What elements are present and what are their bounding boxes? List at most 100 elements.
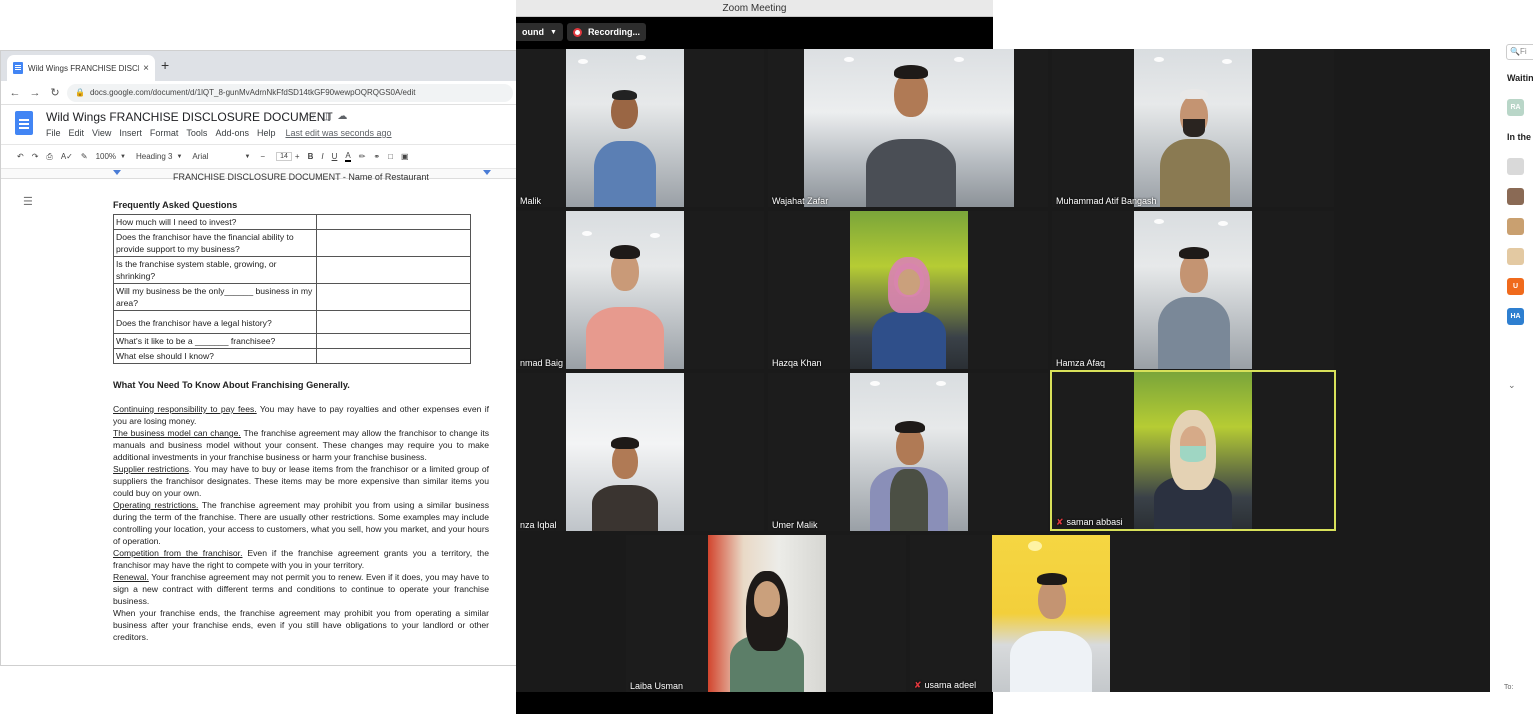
google-docs-logo-icon[interactable] (15, 111, 33, 135)
participant-tile-active-speaker[interactable]: ✘ saman abbasi (1050, 370, 1336, 531)
participant-name: Hazqa Khan (772, 358, 822, 368)
comment-icon[interactable]: □ (388, 152, 393, 161)
participant-avatar[interactable] (1507, 218, 1524, 235)
font-size-field[interactable]: 14 (276, 152, 292, 161)
table-cell[interactable] (316, 214, 471, 230)
participant-avatar[interactable]: RA (1507, 99, 1524, 116)
participant-avatar[interactable]: HA (1507, 308, 1524, 325)
participant-tile[interactable]: Umer Malik (768, 373, 1048, 531)
participant-name: Malik (520, 196, 542, 206)
zoom-title-bar: Zoom Meeting (516, 0, 993, 17)
participant-tile[interactable]: nza Iqbal (516, 373, 764, 531)
sound-label: ound (522, 27, 544, 37)
back-arrow-icon[interactable]: ← (7, 87, 23, 99)
table-row: How much will I need to invest? (113, 214, 471, 230)
table-cell[interactable] (316, 348, 471, 364)
document-title[interactable]: Wild Wings FRANCHISE DISCLOSURE DOCUMENT (46, 110, 333, 124)
recording-label: Recording... (587, 27, 640, 37)
font-select[interactable]: Arial ▼ (192, 152, 250, 161)
participant-avatar[interactable] (1507, 188, 1524, 205)
video-feed (1134, 372, 1252, 529)
document-page[interactable]: FRANCHISE DISCLOSURE DOCUMENT - Name of … (113, 171, 489, 643)
undo-icon[interactable]: ↶ (17, 152, 24, 161)
redo-icon[interactable]: ↷ (32, 152, 39, 161)
participant-avatar[interactable] (1507, 158, 1524, 175)
insert-image-icon[interactable]: ▣ (401, 152, 409, 161)
document-outline-icon[interactable]: ☰ (23, 195, 33, 208)
paragraph-lead: Competition from the franchisor. (113, 548, 243, 558)
move-folder-icon[interactable]: ◫ (322, 111, 337, 122)
print-icon[interactable]: ⎙ (46, 152, 52, 162)
chevron-down-icon: ▼ (176, 153, 183, 160)
participants-panel: 🔍Fi Waitin RA In the U HA ⌄ To: (1490, 40, 1533, 704)
table-cell[interactable]: Does the franchisor have the financial a… (113, 229, 317, 257)
participant-tile[interactable]: ✘ usama adeel (910, 535, 1190, 692)
participant-tile[interactable]: Wajahat Zafar (768, 49, 1048, 207)
reload-icon[interactable]: ↻ (47, 86, 63, 99)
bold-button[interactable]: B (308, 152, 314, 161)
forward-arrow-icon[interactable]: → (27, 87, 43, 99)
text-color-button[interactable]: A (345, 151, 351, 162)
chevron-down-icon[interactable]: ▼ (550, 29, 557, 36)
table-cell[interactable]: Will my business be the only______ busin… (113, 283, 317, 311)
table-cell[interactable] (316, 229, 471, 257)
paint-format-icon[interactable]: ✎ (81, 152, 88, 161)
participant-tile[interactable]: Hazqa Khan (768, 211, 1048, 369)
font-size-decrease[interactable]: − (260, 152, 265, 161)
table-cell[interactable]: What's it like to be a _______ franchise… (113, 333, 317, 349)
desktop: Wild Wings FRANCHISE DISCLOSU × + ← → ↻ … (0, 0, 1533, 728)
cloud-status-icon[interactable]: ☁ (337, 111, 353, 122)
table-cell[interactable] (316, 256, 471, 284)
menu-addons[interactable]: Add-ons (215, 128, 249, 138)
paragraph: Competition from the franchisor. Even if… (113, 547, 489, 571)
table-cell[interactable]: Is the franchise system stable, growing,… (113, 256, 317, 284)
menu-view[interactable]: View (92, 128, 111, 138)
participant-tile[interactable]: Muhammad Atif Bangash (1052, 49, 1334, 207)
table-cell[interactable] (316, 283, 471, 311)
menu-edit[interactable]: Edit (69, 128, 85, 138)
table-row: Does the franchisor have the financial a… (113, 229, 471, 257)
menu-tools[interactable]: Tools (186, 128, 207, 138)
menu-file[interactable]: File (46, 128, 61, 138)
highlight-icon[interactable]: ✏ (359, 152, 366, 161)
recording-indicator[interactable]: Recording... (566, 23, 646, 41)
participant-avatar[interactable]: U (1507, 278, 1524, 295)
browser-window: Wild Wings FRANCHISE DISCLOSU × + ← → ↻ … (0, 50, 520, 666)
in-meeting-label: In the (1507, 132, 1531, 142)
star-icon[interactable]: ☆ (307, 111, 322, 122)
table-cell[interactable] (316, 310, 471, 334)
menu-insert[interactable]: Insert (119, 128, 142, 138)
chevron-down-icon[interactable]: ⌄ (1508, 380, 1516, 391)
style-select[interactable]: Heading 3 ▼ (136, 152, 182, 161)
url-field[interactable]: 🔒 docs.google.com/document/d/1lQT_8-gunM… (67, 83, 513, 102)
font-size-increase[interactable]: + (295, 152, 300, 161)
participant-tile[interactable]: Malik (516, 49, 764, 207)
spellcheck-icon[interactable]: A✓ (61, 152, 73, 161)
table-cell[interactable]: Does the franchisor have a legal history… (113, 310, 317, 334)
zoom-select[interactable]: 100% ▼ (96, 152, 126, 161)
table-cell[interactable]: How much will I need to invest? (113, 214, 317, 230)
link-icon[interactable]: ⚭ (373, 152, 380, 161)
participant-tile[interactable]: nmad Baig (516, 211, 764, 369)
participant-avatar[interactable] (1507, 248, 1524, 265)
url-text: docs.google.com/document/d/1lQT_8-gunMvA… (89, 88, 416, 97)
menu-bar: File Edit View Insert Format Tools Add-o… (46, 128, 400, 138)
last-edit-link[interactable]: Last edit was seconds ago (285, 128, 391, 138)
tab-close-icon[interactable]: × (143, 63, 149, 74)
participant-name: ✘ saman abbasi (1056, 517, 1123, 528)
participant-name: nza Iqbal (520, 520, 557, 530)
browser-tab[interactable]: Wild Wings FRANCHISE DISCLOSU × (7, 55, 155, 81)
italic-button[interactable]: I (321, 152, 323, 161)
sound-button[interactable]: ound ▼ (516, 23, 563, 41)
table-cell[interactable] (316, 333, 471, 349)
underline-button[interactable]: U (332, 152, 338, 161)
participant-search-field[interactable]: 🔍Fi (1506, 44, 1533, 60)
new-tab-button[interactable]: + (161, 57, 169, 73)
video-feed (850, 373, 968, 531)
menu-help[interactable]: Help (257, 128, 276, 138)
table-cell[interactable]: What else should I know? (113, 348, 317, 364)
participant-tile[interactable]: Laiba Usman (626, 535, 906, 692)
table-row: What's it like to be a _______ franchise… (113, 333, 471, 349)
menu-format[interactable]: Format (150, 128, 179, 138)
participant-tile[interactable]: Hamza Afaq (1052, 211, 1334, 369)
